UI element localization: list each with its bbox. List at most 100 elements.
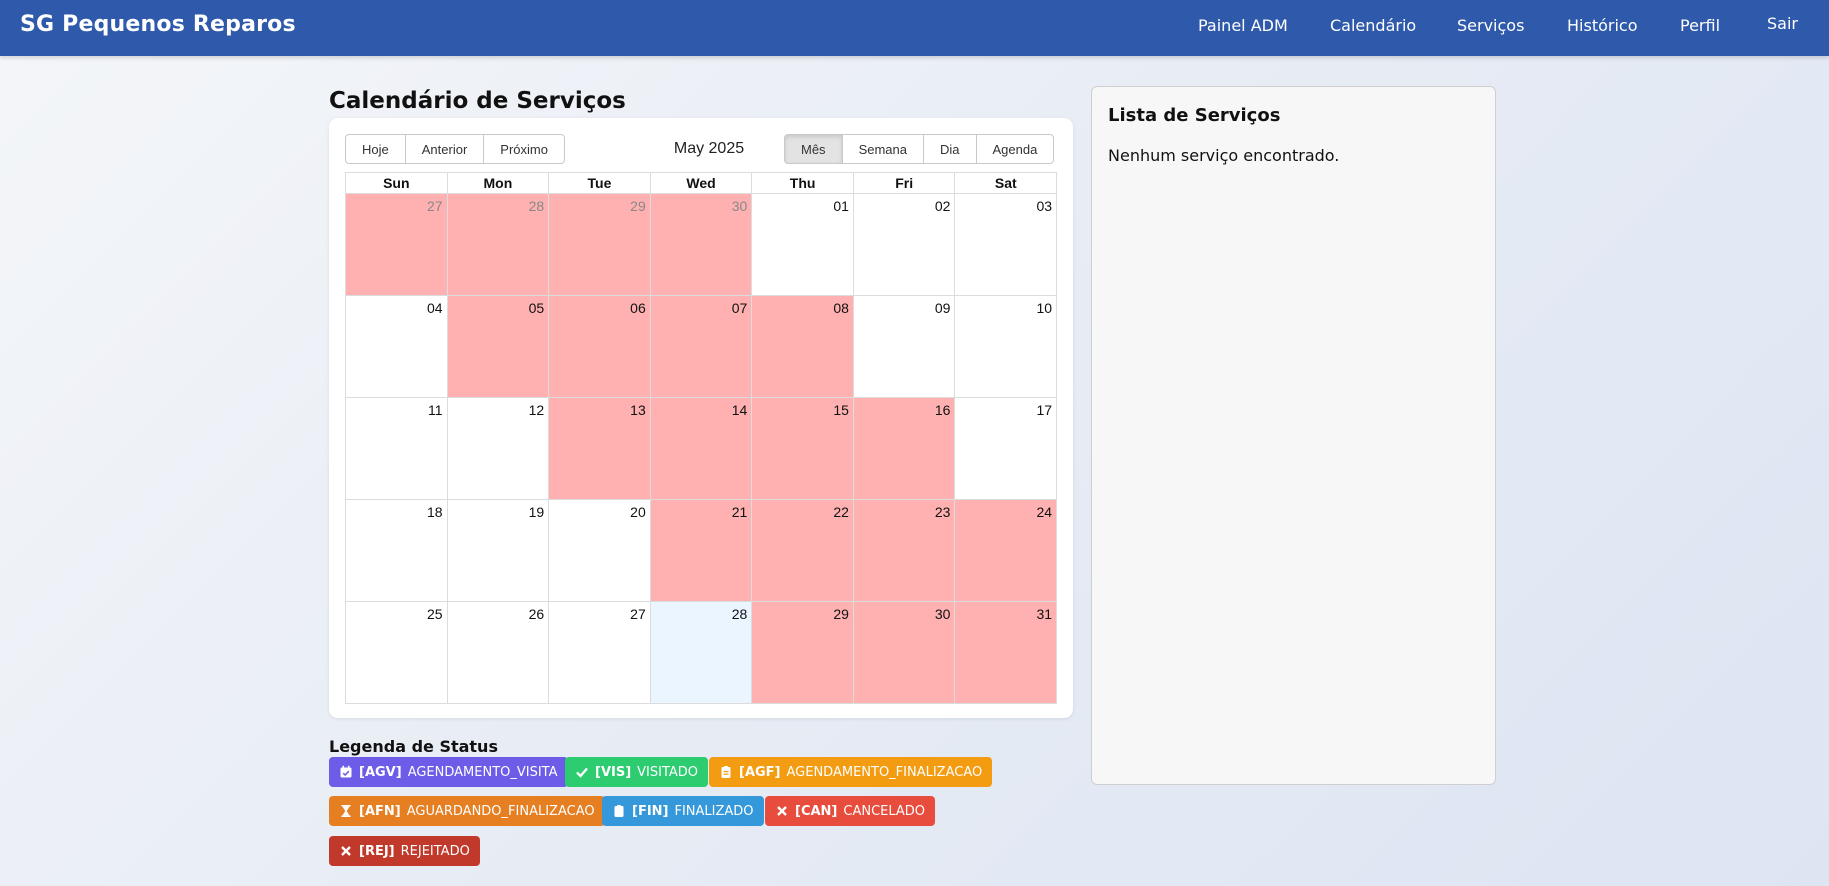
- view-button-group: Mês Semana Dia Agenda: [784, 134, 1055, 164]
- day-cell[interactable]: 25: [346, 602, 447, 703]
- day-cell[interactable]: 21: [649, 500, 752, 601]
- day-cell[interactable]: 27: [548, 602, 650, 703]
- day-number[interactable]: 28: [732, 606, 748, 622]
- weekday-header: Tue: [548, 173, 650, 193]
- nav-link-servicos[interactable]: Serviços: [1457, 16, 1524, 35]
- day-cell[interactable]: 16: [852, 398, 955, 499]
- day-cell[interactable]: 08: [751, 296, 853, 397]
- day-number[interactable]: 27: [630, 606, 646, 622]
- day-number[interactable]: 31: [1036, 606, 1052, 622]
- day-number[interactable]: 11: [428, 402, 443, 418]
- day-cell[interactable]: 23: [852, 500, 955, 601]
- day-number[interactable]: 26: [529, 606, 545, 622]
- day-number[interactable]: 29: [630, 198, 646, 214]
- check-icon: [575, 765, 589, 779]
- week-row: 18 19 20 21 22 23 24: [346, 500, 1057, 602]
- day-cell[interactable]: 31: [954, 602, 1057, 703]
- day-number[interactable]: 17: [1036, 402, 1052, 418]
- day-cell[interactable]: 30: [852, 602, 955, 703]
- view-agenda-button[interactable]: Agenda: [975, 134, 1055, 164]
- day-number[interactable]: 14: [732, 402, 748, 418]
- day-cell[interactable]: 13: [548, 398, 650, 499]
- day-cell[interactable]: 29: [548, 194, 650, 295]
- nav-link-painel-adm[interactable]: Painel ADM: [1198, 16, 1288, 35]
- service-list-empty-message: Nenhum serviço encontrado.: [1108, 146, 1340, 165]
- day-number[interactable]: 12: [529, 402, 545, 418]
- day-cell[interactable]: 10: [954, 296, 1057, 397]
- brand-logo[interactable]: SG Pequenos Reparos: [20, 12, 296, 37]
- day-cell[interactable]: 03: [954, 194, 1057, 295]
- day-number[interactable]: 07: [732, 300, 748, 316]
- day-cell[interactable]: 28: [446, 194, 549, 295]
- day-cell[interactable]: 22: [751, 500, 853, 601]
- weekday-header: Wed: [649, 173, 752, 193]
- status-code: [AGV]: [359, 764, 402, 780]
- day-number[interactable]: 27: [427, 198, 443, 214]
- day-cell[interactable]: 05: [446, 296, 549, 397]
- day-cell[interactable]: 19: [446, 500, 549, 601]
- view-day-button[interactable]: Dia: [922, 134, 977, 164]
- day-cell[interactable]: 11: [346, 398, 447, 499]
- day-number[interactable]: 19: [529, 504, 545, 520]
- day-cell[interactable]: 06: [548, 296, 650, 397]
- service-list-panel: Lista de Serviços Nenhum serviço encontr…: [1091, 86, 1496, 785]
- weekday-header: Sat: [954, 173, 1056, 193]
- nav-link-calendario[interactable]: Calendário: [1330, 16, 1416, 35]
- day-cell[interactable]: 04: [346, 296, 447, 397]
- day-number[interactable]: 30: [732, 198, 748, 214]
- day-number[interactable]: 29: [833, 606, 849, 622]
- legend-title: Legenda de Status: [329, 737, 498, 756]
- day-number[interactable]: 10: [1036, 300, 1052, 316]
- day-number[interactable]: 03: [1036, 198, 1052, 214]
- day-number[interactable]: 18: [427, 504, 443, 520]
- day-number[interactable]: 13: [630, 402, 646, 418]
- day-cell[interactable]: 01: [751, 194, 853, 295]
- day-number[interactable]: 15: [833, 402, 849, 418]
- day-cell[interactable]: 30: [649, 194, 752, 295]
- day-cell[interactable]: 29: [751, 602, 853, 703]
- day-number[interactable]: 01: [833, 198, 849, 214]
- day-cell[interactable]: 20: [548, 500, 650, 601]
- day-cell[interactable]: 15: [751, 398, 853, 499]
- day-cell[interactable]: 17: [954, 398, 1057, 499]
- day-number[interactable]: 05: [529, 300, 545, 316]
- nav-link-sair[interactable]: Sair: [1767, 14, 1798, 33]
- day-number[interactable]: 21: [732, 504, 748, 520]
- nav-link-perfil[interactable]: Perfil: [1680, 16, 1720, 35]
- day-cell[interactable]: 12: [446, 398, 549, 499]
- day-cell[interactable]: 02: [852, 194, 955, 295]
- nav-link-historico[interactable]: Histórico: [1567, 16, 1637, 35]
- status-label: FINALIZADO: [674, 803, 754, 819]
- day-number[interactable]: 20: [630, 504, 646, 520]
- day-number[interactable]: 08: [833, 300, 849, 316]
- day-number[interactable]: 02: [935, 198, 951, 214]
- view-month-button[interactable]: Mês: [784, 134, 843, 164]
- day-number[interactable]: 22: [833, 504, 849, 520]
- view-week-button[interactable]: Semana: [841, 134, 924, 164]
- day-cell[interactable]: 18: [346, 500, 447, 601]
- day-cell[interactable]: 24: [954, 500, 1057, 601]
- day-number[interactable]: 09: [935, 300, 951, 316]
- today-button[interactable]: Hoje: [345, 134, 406, 164]
- day-cell[interactable]: 09: [852, 296, 955, 397]
- day-number[interactable]: 04: [427, 300, 443, 316]
- day-number[interactable]: 30: [935, 606, 951, 622]
- status-badge: [AGF] AGENDAMENTO_FINALIZACAO: [709, 757, 993, 787]
- day-cell[interactable]: 07: [649, 296, 752, 397]
- day-cell[interactable]: 26: [446, 602, 549, 703]
- status-code: [FIN]: [632, 803, 669, 819]
- clipboard-icon: [612, 804, 626, 818]
- next-button[interactable]: Próximo: [483, 134, 565, 164]
- previous-button[interactable]: Anterior: [404, 134, 485, 164]
- day-number[interactable]: 25: [427, 606, 443, 622]
- day-cell[interactable]: 28: [649, 602, 752, 703]
- status-badge: [FIN] FINALIZADO: [602, 796, 764, 826]
- day-number[interactable]: 28: [529, 198, 545, 214]
- day-cell[interactable]: 14: [649, 398, 752, 499]
- close-icon: [339, 844, 353, 858]
- day-number[interactable]: 06: [630, 300, 646, 316]
- day-cell[interactable]: 27: [346, 194, 447, 295]
- day-number[interactable]: 16: [935, 402, 951, 418]
- day-number[interactable]: 24: [1036, 504, 1052, 520]
- day-number[interactable]: 23: [935, 504, 951, 520]
